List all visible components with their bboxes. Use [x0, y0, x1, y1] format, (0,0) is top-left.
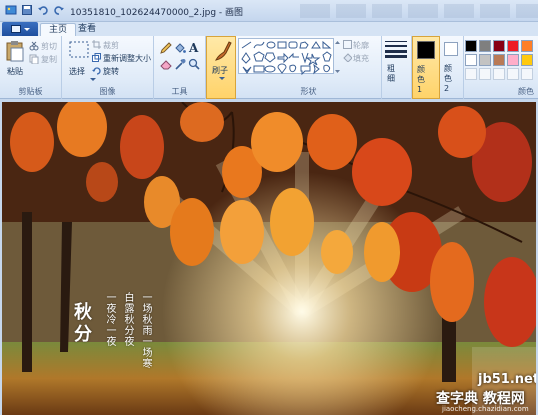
- paste-icon[interactable]: [5, 40, 25, 62]
- crop-icon[interactable]: [92, 40, 101, 49]
- custom-color-slot[interactable]: [493, 68, 505, 80]
- crop-button[interactable]: 裁剪: [103, 40, 119, 51]
- fill-icon[interactable]: [343, 53, 352, 62]
- custom-color-slot[interactable]: [465, 68, 477, 80]
- eraser-icon[interactable]: [160, 58, 172, 70]
- palette-swatch[interactable]: [507, 54, 519, 66]
- save-icon[interactable]: [20, 3, 34, 17]
- copy-button[interactable]: 复制: [41, 54, 57, 65]
- outline-icon[interactable]: [343, 40, 352, 49]
- undo-icon[interactable]: [36, 3, 50, 17]
- outline-button[interactable]: 轮廓: [353, 40, 369, 51]
- watermark-url: jiaocheng.chazidian.com: [442, 405, 529, 413]
- resize-button[interactable]: 重新调整大小: [103, 53, 151, 64]
- line-size-icon: [385, 41, 407, 58]
- ribbon-tab-row: 主页 查看: [0, 22, 538, 36]
- tab-view[interactable]: 查看: [70, 23, 104, 36]
- watermark-site: jb51.net: [478, 372, 536, 387]
- brushes-button[interactable]: 刷子: [206, 36, 236, 99]
- colors-group-caption: 颜色: [518, 87, 534, 96]
- custom-color-slot[interactable]: [507, 68, 519, 80]
- select-dropdown-icon[interactable]: [90, 78, 96, 82]
- color2-swatch: [444, 42, 458, 56]
- custom-color-slot[interactable]: [479, 68, 491, 80]
- image-group-caption: 图像: [99, 87, 116, 96]
- shapes-gallery[interactable]: [238, 38, 335, 76]
- poem-line-2: 白露秋分夜: [122, 292, 133, 347]
- title-bar-blurred-area: [300, 4, 538, 18]
- palette-swatch[interactable]: [521, 40, 533, 52]
- shapes-gallery-icons[interactable]: [239, 39, 335, 76]
- cut-button[interactable]: 剪切: [41, 41, 57, 52]
- title-bar: 10351810_102624470000_2.jpg - 画图: [0, 0, 538, 22]
- select-button-label[interactable]: 选择: [69, 66, 85, 77]
- color2-label: 颜色 2: [444, 64, 452, 93]
- clipboard-group: 粘贴 剪切 复制 剪贴板: [0, 36, 62, 99]
- custom-color-slot[interactable]: [521, 68, 533, 80]
- svg-text:A: A: [188, 41, 199, 54]
- window-title: 10351810_102624470000_2.jpg - 画图: [70, 8, 244, 18]
- cut-icon[interactable]: [29, 41, 39, 51]
- autumn-leaves-photo: [2, 102, 536, 415]
- palette-swatch[interactable]: [493, 40, 505, 52]
- ribbon: 粘贴 剪切 复制 剪贴板 选择 裁剪 重新调整大小 旋转 图像 A 工具 刷子 …: [0, 36, 538, 99]
- palette-swatch[interactable]: [465, 40, 477, 52]
- palette-swatch[interactable]: [479, 54, 491, 66]
- text-icon[interactable]: A: [188, 41, 200, 54]
- paste-button-label[interactable]: 粘贴: [7, 66, 23, 77]
- color1-label: 颜色 1: [417, 65, 425, 94]
- poem-line-3: 一夜冷一夜: [104, 292, 115, 347]
- image-canvas[interactable]: 秋分 一场秋雨一场寒 白露秋分夜 一夜冷一夜 jb51.net 查字典 教程网 …: [2, 102, 536, 415]
- tools-group-caption: 工具: [171, 87, 188, 96]
- select-icon[interactable]: [68, 40, 90, 60]
- poem-title: 秋分: [71, 302, 92, 346]
- size-label: 粗细: [387, 64, 395, 83]
- palette-swatch[interactable]: [507, 40, 519, 52]
- redo-icon[interactable]: [52, 3, 66, 17]
- size-button[interactable]: 粗细: [382, 36, 412, 99]
- shapes-scroll-icon[interactable]: [335, 40, 340, 74]
- color1-swatch: [417, 41, 435, 59]
- resize-icon[interactable]: [92, 53, 101, 62]
- paint-menu-button[interactable]: [2, 22, 38, 36]
- paint-menu-icon: [10, 25, 21, 33]
- palette-swatch[interactable]: [479, 40, 491, 52]
- fill-bucket-icon[interactable]: [174, 42, 186, 54]
- brush-icon: [215, 41, 232, 61]
- fill-button[interactable]: 填充: [353, 53, 369, 64]
- color-picker-icon[interactable]: [174, 58, 186, 70]
- image-group: 选择 裁剪 重新调整大小 旋转 图像: [62, 36, 154, 99]
- pencil-icon[interactable]: [160, 42, 172, 54]
- canvas-area: 秋分 一场秋雨一场寒 白露秋分夜 一夜冷一夜 jb51.net 查字典 教程网 …: [0, 99, 538, 415]
- palette-swatch[interactable]: [465, 54, 477, 66]
- brushes-dropdown-icon: [219, 77, 225, 80]
- chevron-down-icon: [23, 27, 30, 31]
- clipboard-group-caption: 剪贴板: [18, 87, 43, 96]
- rotate-button[interactable]: 旋转: [103, 66, 119, 77]
- tools-group: A 工具: [154, 36, 206, 99]
- magnifier-icon[interactable]: [188, 58, 200, 70]
- rotate-icon[interactable]: [92, 66, 101, 75]
- poem-line-1: 一场秋雨一场寒: [140, 292, 151, 369]
- palette-swatch[interactable]: [493, 54, 505, 66]
- color1-button[interactable]: 颜色 1: [412, 36, 440, 99]
- app-icon[interactable]: [4, 3, 18, 17]
- brushes-label: 刷子: [212, 66, 228, 75]
- copy-icon[interactable]: [29, 54, 39, 64]
- palette-swatch[interactable]: [521, 54, 533, 66]
- quick-access-toolbar: [4, 3, 66, 17]
- color2-button[interactable]: 颜色 2: [440, 36, 464, 99]
- shapes-group-caption: 形状: [300, 87, 317, 96]
